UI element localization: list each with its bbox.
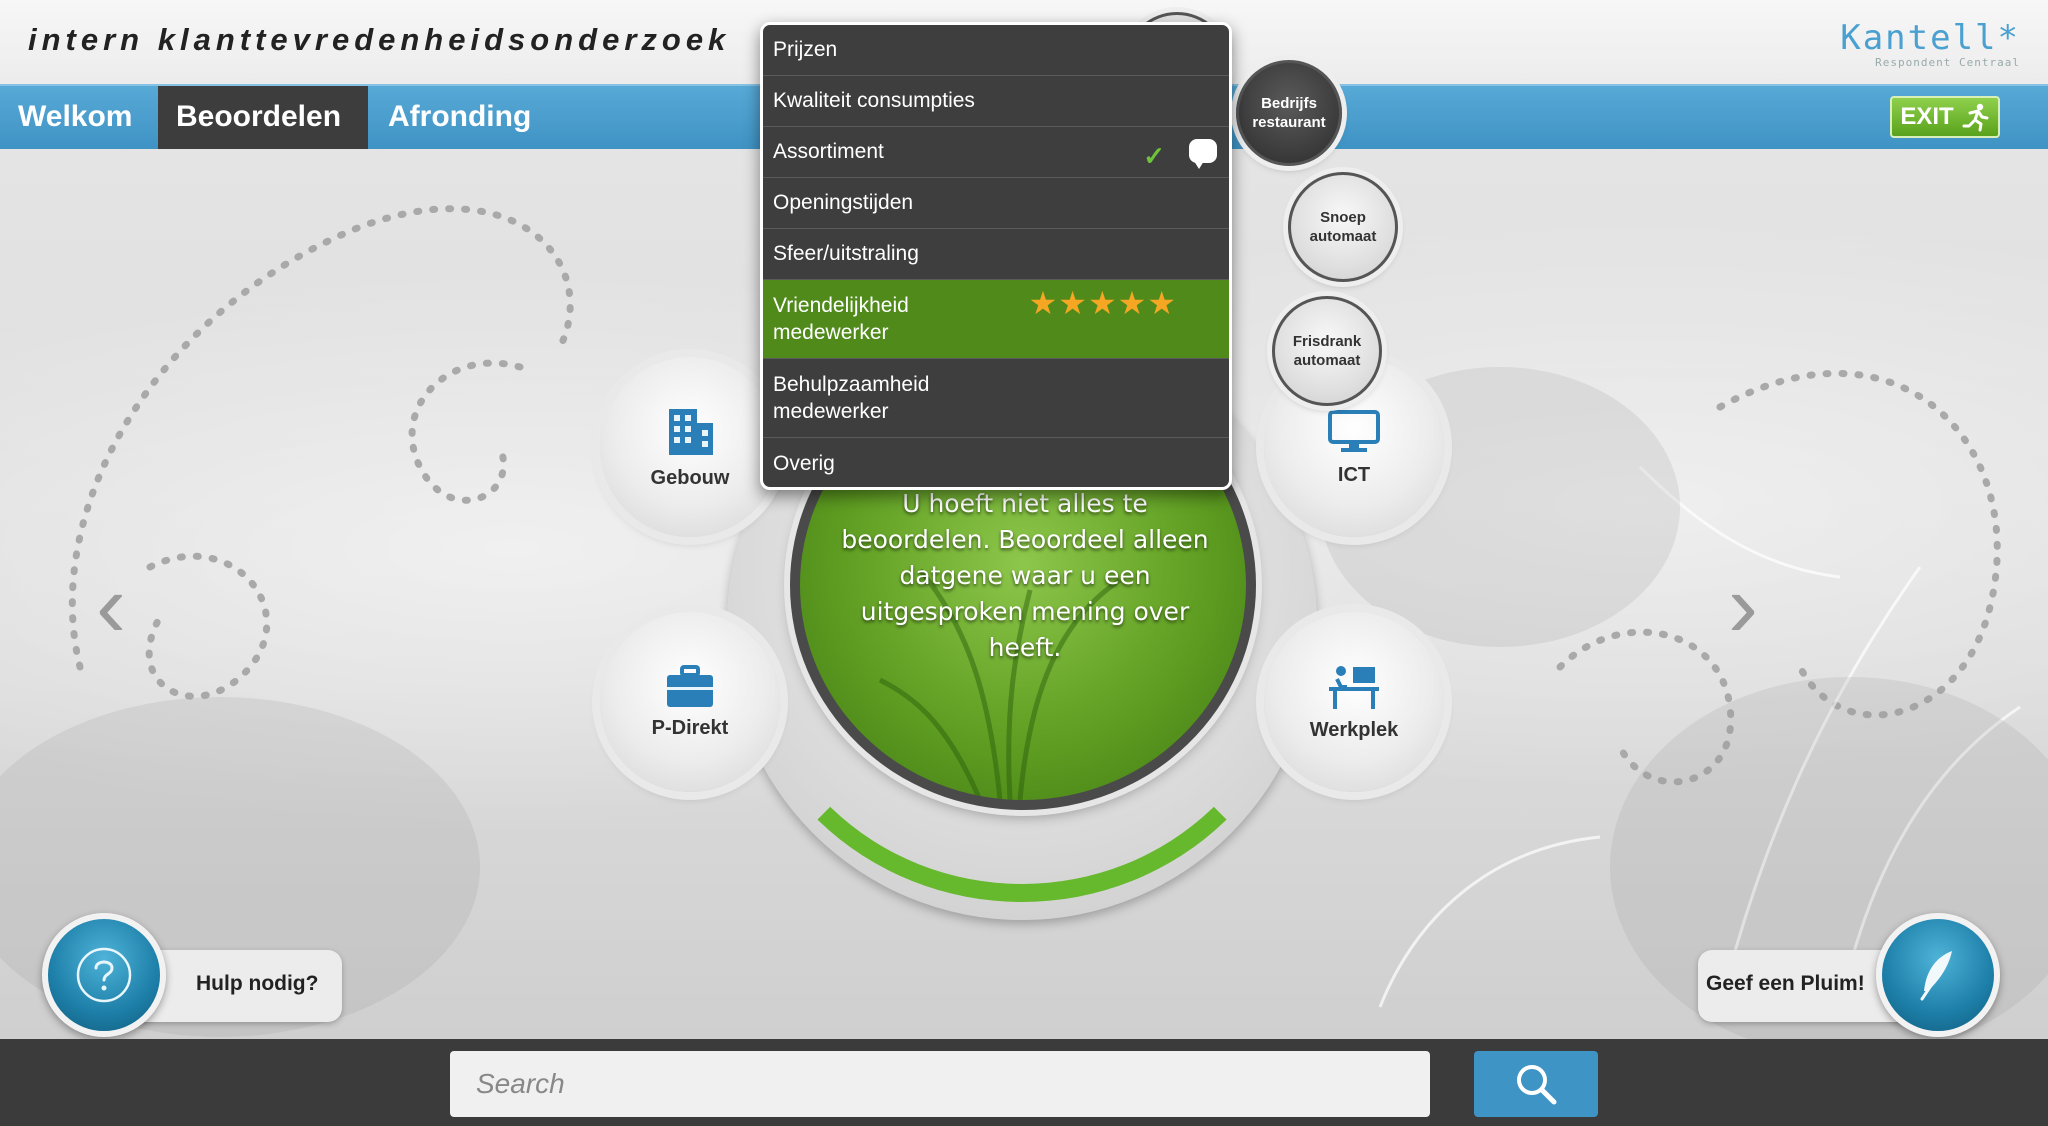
menu-item-openingstijden[interactable]: Openingstijden [763,178,1229,229]
menu-item-label: Openingstijden [773,191,914,214]
menu-item-label: Sfeer/uitstraling [773,242,919,265]
checkmark-icon: ✓ [1143,141,1165,171]
category-label: Werkplek [1309,718,1399,741]
category-p-direkt[interactable]: P-Direkt [600,612,780,792]
menu-item-label: Prijzen [773,38,838,61]
briefcase-icon [667,664,713,707]
app-title: intern klanttevredenheidsonderzoek [28,22,731,57]
category-label: Gebouw [650,466,730,489]
star-rating[interactable]: ★★★★★ [1029,287,1177,319]
comment-icon[interactable] [1189,139,1217,169]
search-icon [1517,1065,1557,1105]
menu-item-vriendelijkheid-medewerker[interactable]: Vriendelijkheid medewerker ★★★★★ [763,280,1229,359]
category-label: ICT [1337,463,1371,486]
building-icon [669,408,713,455]
menu-item-assortiment[interactable]: Assortiment ✓ [763,127,1229,178]
kantell-logo: Kantell* Respondent Centraal [1840,18,2020,69]
search-button[interactable] [1474,1051,1598,1117]
prev-arrow-icon[interactable]: ‹ [96,555,126,658]
logo-text: Kantell* [1840,18,2020,58]
plume-label: Geef een Pluim! [1706,972,1865,995]
category-label: P-Direkt [651,716,729,739]
menu-item-label: Behulpzaamheid medewerker [773,373,930,423]
rating-dropdown-menu: Prijzen Kwaliteit consumpties Assortimen… [760,22,1232,490]
menu-item-kwaliteit-consumpties[interactable]: Kwaliteit consumpties [763,76,1229,127]
tab-welkom[interactable]: Welkom [0,86,158,149]
subcategory-label: Bedrijfs restaurant [1252,95,1326,131]
center-message: U hoeft niet alles te beoordelen. Beoord… [841,489,1209,662]
next-arrow-icon[interactable]: › [1728,555,1758,658]
subcategory-snoepautomaat[interactable]: Snoep automaat [1288,172,1398,282]
plume-button[interactable] [1876,913,2000,1037]
menu-item-sfeer-uitstraling[interactable]: Sfeer/uitstraling [763,229,1229,280]
running-man-icon [1962,103,1989,132]
subcategory-label: Snoep automaat [1309,209,1377,245]
menu-item-label: Kwaliteit consumpties [773,89,975,112]
monitor-icon [1328,409,1380,452]
bottom-search-bar [0,1039,2048,1126]
subcategory-bedrijfsrestaurant[interactable]: Bedrijfs restaurant [1236,60,1342,166]
menu-item-prijzen[interactable]: Prijzen [763,25,1229,76]
tab-afronding[interactable]: Afronding [370,86,560,149]
desk-icon [1329,665,1379,709]
category-werkplek[interactable]: Werkplek [1264,612,1444,792]
help-label: Hulp nodig? [196,972,319,995]
category-gebouw[interactable]: Gebouw [600,357,780,537]
question-mark-icon [76,947,132,1003]
exit-button[interactable]: EXIT [1890,96,2000,138]
menu-item-overig[interactable]: Overig [763,438,1229,487]
menu-item-label: Overig [773,451,835,475]
help-button[interactable] [42,913,166,1037]
feather-icon [1920,951,1952,1001]
tab-beoordelen[interactable]: Beoordelen [158,86,368,149]
exit-label: EXIT [1900,103,1954,130]
subcategory-label: Frisdrank automaat [1292,333,1362,369]
search-input[interactable] [450,1051,1430,1117]
menu-item-behulpzaamheid-medewerker[interactable]: Behulpzaamheid medewerker [763,359,1229,438]
subcategory-frisdrankautomaat[interactable]: Frisdrank automaat [1272,296,1382,406]
menu-item-label: Vriendelijkheid medewerker [773,294,909,344]
